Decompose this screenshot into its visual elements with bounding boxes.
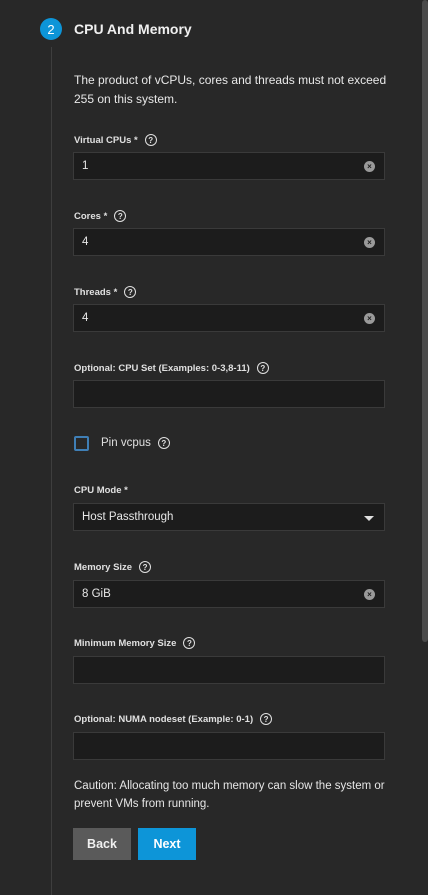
cores-label: Cores * ? bbox=[74, 208, 127, 224]
clear-x-icon[interactable]: × bbox=[364, 161, 375, 172]
next-button[interactable]: Next bbox=[138, 828, 196, 860]
numa-nodeset-input[interactable] bbox=[73, 732, 385, 760]
threads-input[interactable]: 4 × bbox=[73, 304, 385, 332]
pin-vcpus-row: Pin vcpus ? bbox=[74, 434, 170, 452]
vcpus-input[interactable]: 1 × bbox=[73, 152, 385, 180]
help-circle-icon[interactable]: ? bbox=[139, 561, 152, 573]
cores-label-text: Cores * bbox=[74, 210, 108, 222]
cpu-memory-step: 2 CPU And Memory The product of vCPUs, c… bbox=[0, 0, 428, 895]
pin-vcpus-label: Pin vcpus bbox=[101, 437, 151, 449]
pin-vcpus-checkbox[interactable] bbox=[74, 435, 89, 451]
step-header: 2 CPU And Memory bbox=[40, 17, 192, 41]
memory-size-input[interactable]: 8 GiB × bbox=[73, 580, 385, 608]
step-number-badge: 2 bbox=[40, 18, 62, 40]
caution-text: Caution: Allocating too much memory can … bbox=[74, 780, 385, 810]
help-circle-icon[interactable]: ? bbox=[114, 210, 127, 222]
threads-label: Threads * ? bbox=[74, 284, 137, 300]
vcpus-label: Virtual CPUs * ? bbox=[74, 132, 157, 148]
caret-down-icon[interactable] bbox=[364, 516, 374, 521]
vcpus-label-text: Virtual CPUs * bbox=[74, 134, 138, 146]
help-circle-icon[interactable]: ? bbox=[183, 637, 196, 649]
cpuset-label: Optional: CPU Set (Examples: 0-3,8-11) ? bbox=[74, 360, 269, 376]
scrollbar[interactable] bbox=[422, 0, 428, 642]
memory-size-label: Memory Size ? bbox=[74, 559, 152, 575]
min-memory-label-text: Minimum Memory Size bbox=[74, 637, 177, 649]
numa-nodeset-label-text: Optional: NUMA nodeset (Example: 0-1) bbox=[74, 713, 254, 725]
back-button[interactable]: Back bbox=[73, 828, 131, 860]
vcpus-value: 1 bbox=[82, 160, 89, 172]
help-circle-icon[interactable]: ? bbox=[260, 713, 273, 725]
cpu-mode-label-text: CPU Mode * bbox=[74, 484, 128, 496]
clear-x-icon[interactable]: × bbox=[364, 237, 375, 248]
stepper-line bbox=[51, 47, 52, 895]
help-circle-icon[interactable]: ? bbox=[124, 286, 137, 298]
numa-nodeset-label: Optional: NUMA nodeset (Example: 0-1) ? bbox=[74, 711, 273, 727]
min-memory-label: Minimum Memory Size ? bbox=[74, 635, 196, 651]
memory-size-label-text: Memory Size bbox=[74, 561, 133, 573]
cpu-mode-value: Host Passthrough bbox=[82, 511, 174, 523]
help-circle-icon[interactable]: ? bbox=[157, 437, 170, 449]
help-circle-icon[interactable]: ? bbox=[144, 134, 157, 146]
threads-label-text: Threads * bbox=[74, 286, 118, 298]
clear-x-icon[interactable]: × bbox=[364, 313, 375, 324]
clear-x-icon[interactable]: × bbox=[364, 589, 375, 600]
cores-input[interactable]: 4 × bbox=[73, 228, 385, 256]
memory-size-value: 8 GiB bbox=[82, 588, 111, 600]
step-description: The product of vCPUs, cores and threads … bbox=[74, 73, 387, 106]
help-circle-icon[interactable]: ? bbox=[256, 362, 269, 374]
cores-value: 4 bbox=[82, 236, 89, 248]
cpuset-label-text: Optional: CPU Set (Examples: 0-3,8-11) bbox=[74, 362, 250, 374]
min-memory-input[interactable] bbox=[73, 656, 385, 684]
step-title: CPU And Memory bbox=[74, 21, 192, 37]
cpu-mode-select[interactable]: Host Passthrough bbox=[73, 503, 385, 531]
threads-value: 4 bbox=[82, 312, 89, 324]
cpuset-input[interactable] bbox=[73, 380, 385, 408]
cpu-mode-label: CPU Mode * bbox=[74, 482, 128, 498]
